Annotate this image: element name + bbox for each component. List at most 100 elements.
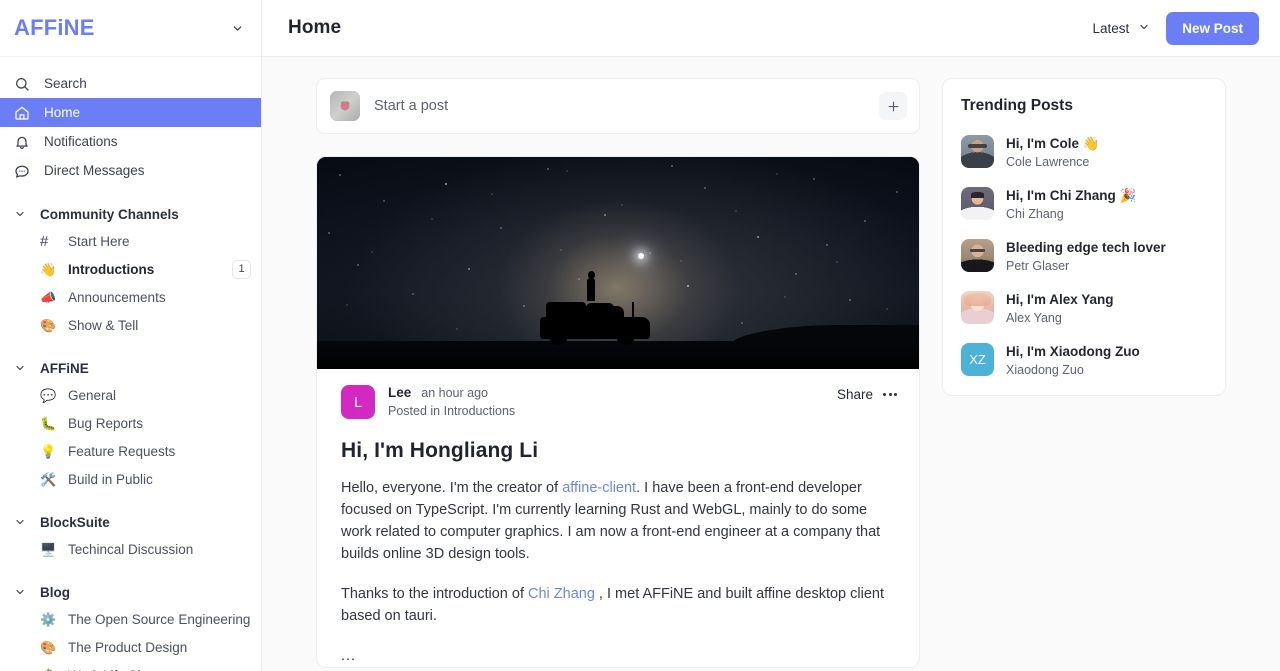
waving-hand-emoji: 👋 <box>40 261 57 277</box>
avatar <box>961 135 994 168</box>
channel-label: Work Life Shapers <box>68 668 251 671</box>
sort-dropdown[interactable]: Latest <box>1092 21 1150 36</box>
gear-emoji: ⚙️ <box>40 611 57 627</box>
sidebar-group-affine: AFFiNE 💬 General 🐛 Bug Reports 💡 Feature… <box>0 355 261 493</box>
post-body: Hello, everyone. I'm the creator of affi… <box>317 463 919 667</box>
trending-item[interactable]: XZ Hi, I'm Xiaodong Zuo Xiaodong Zuo <box>961 337 1207 379</box>
chevron-down-icon <box>14 515 32 529</box>
trending-posts-card: Trending Posts Hi, I'm Cole 👋 Cole Lawre… <box>942 78 1226 396</box>
post-header: L Lee an hour ago Posted in Introduction… <box>317 369 919 419</box>
channel-label: Build in Public <box>68 471 153 487</box>
sidebar-channel-product-design[interactable]: 🎨 The Product Design <box>0 633 261 661</box>
trending-item-author: Xiaodong Zuo <box>1006 363 1084 377</box>
sidebar-group-blocksuite: BlockSuite 🖥️ Techincal Discussion <box>0 509 261 563</box>
trending-item[interactable]: Hi, I'm Alex Yang Alex Yang <box>961 285 1207 337</box>
channel-label: Start Here <box>68 233 130 249</box>
top-bar-actions: Latest New Post <box>1092 11 1259 45</box>
app-root: AFFiNE Search Home Notifications Direct … <box>0 0 1280 671</box>
hammer-and-wrench-emoji: 🛠️ <box>40 471 57 487</box>
channel-label: The Open Source Engineering <box>68 611 251 627</box>
bright-star <box>638 253 644 259</box>
main-region: Home Latest New Post Start a post L Lee … <box>262 0 1280 671</box>
sidebar-item-notifications[interactable]: Notifications <box>0 127 261 156</box>
plus-icon[interactable] <box>879 92 907 120</box>
sidebar-channel-build-in-public[interactable]: 🛠️ Build in Public <box>0 465 261 493</box>
sidebar-item-label: Search <box>44 76 87 91</box>
start-post-input[interactable]: Start a post <box>374 98 879 114</box>
person-silhouette <box>587 271 595 301</box>
sidebar-channel-feature-requests[interactable]: 💡 Feature Requests <box>0 437 261 465</box>
trending-item-title: Hi, I'm Cole 👋 <box>1006 136 1100 151</box>
post-composer[interactable]: Start a post <box>316 78 920 134</box>
sidebar-scroll[interactable]: Search Home Notifications Direct Message… <box>0 57 261 671</box>
channel-label: Feature Requests <box>68 443 176 459</box>
sidebar-channel-general[interactable]: 💬 General <box>0 381 261 409</box>
trending-item[interactable]: Hi, I'm Chi Zhang 🎉 Chi Zhang <box>961 181 1207 233</box>
group-title: Community Channels <box>40 206 179 222</box>
sidebar-item-label: Notifications <box>44 134 118 149</box>
sidebar-channel-start-here[interactable]: # Start Here <box>0 227 261 255</box>
affine-client-link[interactable]: affine-client <box>562 480 636 496</box>
channel-label: The Product Design <box>68 639 188 655</box>
palette-emoji: 🎨 <box>40 317 57 333</box>
channel-label: Announcements <box>68 289 166 305</box>
chevron-down-icon[interactable] <box>229 20 245 36</box>
sort-dropdown-label: Latest <box>1092 20 1130 36</box>
speech-balloon-emoji: 💬 <box>40 387 57 403</box>
search-icon <box>14 76 34 92</box>
trending-item-title: Hi, I'm Chi Zhang 🎉 <box>1006 188 1137 203</box>
group-title: AFFiNE <box>40 360 89 376</box>
chevron-down-icon <box>14 585 32 599</box>
share-button[interactable]: Share <box>837 387 873 402</box>
group-header[interactable]: AFFiNE <box>0 355 261 381</box>
group-header[interactable]: Community Channels <box>0 201 261 227</box>
sidebar-channel-announcements[interactable]: 📣 Announcements <box>0 283 261 311</box>
unread-badge: 1 <box>232 259 251 279</box>
group-title: Blog <box>40 584 70 600</box>
sidebar-group-community-channels: Community Channels # Start Here 👋 Introd… <box>0 201 261 339</box>
group-header[interactable]: Blog <box>0 579 261 605</box>
desktop-computer-emoji: 🖥️ <box>40 541 57 557</box>
group-title: BlockSuite <box>40 514 110 530</box>
avatar <box>330 91 360 121</box>
new-post-button[interactable]: New Post <box>1166 11 1259 45</box>
sidebar: AFFiNE Search Home Notifications Direct … <box>0 0 262 671</box>
channel-label: Techincal Discussion <box>68 541 194 557</box>
sidebar-item-direct-messages[interactable]: Direct Messages <box>0 156 261 185</box>
post-paragraph-2: Thanks to the introduction of Chi Zhang … <box>341 583 891 627</box>
sidebar-channel-bug-reports[interactable]: 🐛 Bug Reports <box>0 409 261 437</box>
sidebar-channel-show-and-tell[interactable]: 🎨 Show & Tell <box>0 311 261 339</box>
top-bar: Home Latest New Post <box>262 0 1280 57</box>
chi-zhang-link[interactable]: Chi Zhang <box>528 586 595 602</box>
post-title: Hi, I'm Hongliang Li <box>341 439 539 462</box>
trending-posts-title: Trending Posts <box>961 97 1073 114</box>
lightbulb-emoji: 💡 <box>40 443 57 459</box>
trending-item-author: Petr Glaser <box>1006 259 1070 273</box>
trending-item-title: Hi, I'm Xiaodong Zuo <box>1006 344 1140 359</box>
sidebar-group-blog: Blog ⚙️ The Open Source Engineering 🎨 Th… <box>0 579 261 671</box>
channel-label: General <box>68 387 117 403</box>
trending-item[interactable]: Hi, I'm Cole 👋 Cole Lawrence <box>961 129 1207 181</box>
avatar <box>961 291 994 324</box>
group-header[interactable]: BlockSuite <box>0 509 261 535</box>
sidebar-item-label: Direct Messages <box>44 163 145 178</box>
post-author[interactable]: Lee <box>388 385 411 400</box>
sidebar-item-label: Home <box>44 105 81 120</box>
sidebar-item-home[interactable]: Home <box>0 98 261 127</box>
bug-emoji: 🐛 <box>40 415 57 431</box>
right-rail: Trending Posts Hi, I'm Cole 👋 Cole Lawre… <box>942 78 1226 671</box>
channel-label: Introductions <box>68 261 155 277</box>
trending-item[interactable]: Bleeding edge tech lover Petr Glaser <box>961 233 1207 285</box>
sidebar-channel-techincal-discussion[interactable]: 🖥️ Techincal Discussion <box>0 535 261 563</box>
sidebar-channel-work-life-shapers[interactable]: 🏝️ Work Life Shapers <box>0 661 261 671</box>
ellipsis-icon[interactable] <box>883 389 897 400</box>
channel-label: Bug Reports <box>68 415 144 431</box>
chevron-down-icon <box>1138 21 1150 36</box>
avatar: L <box>341 385 375 419</box>
paragraph-text: Thanks to the introduction of <box>341 586 528 602</box>
sidebar-channel-open-source-engineering[interactable]: ⚙️ The Open Source Engineering <box>0 605 261 633</box>
sidebar-channel-introductions[interactable]: 👋 Introductions 1 <box>0 255 261 283</box>
sidebar-item-search[interactable]: Search <box>0 69 261 98</box>
workspace-switcher[interactable]: AFFiNE <box>0 0 261 57</box>
hash-icon: # <box>40 232 49 250</box>
